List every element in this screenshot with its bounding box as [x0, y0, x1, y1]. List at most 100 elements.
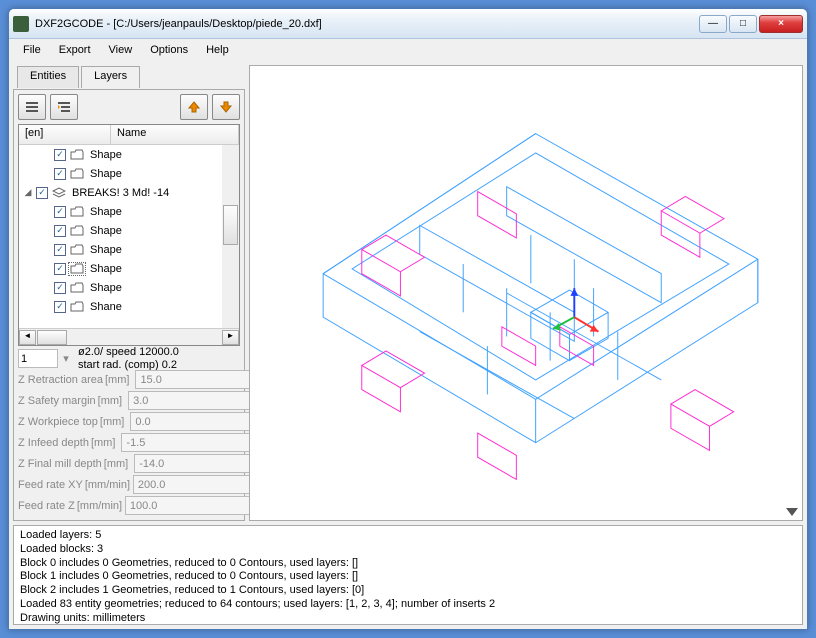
- panel-tabs: Entities Layers: [13, 65, 245, 87]
- left-panel: Entities Layers [en] Name ✓: [13, 65, 245, 521]
- log-line: Loaded layers: 5: [20, 529, 796, 543]
- param-label: Z Retraction area: [18, 374, 103, 386]
- layers-pane: [en] Name ✓Shape✓Shape◢✓BREAKS! 3 Md! -1…: [13, 89, 245, 521]
- tab-entities[interactable]: Entities: [17, 66, 79, 88]
- folder-icon: [69, 149, 85, 161]
- param-label: Feed rate XY: [18, 479, 83, 491]
- folder-icon: [69, 263, 85, 275]
- tree-row[interactable]: ✓ Shape: [19, 240, 222, 259]
- tree-header-name[interactable]: Name: [111, 125, 239, 144]
- log-output[interactable]: Loaded layers: 5Loaded blocks: 3Block 0 …: [13, 525, 803, 625]
- layer-icon: [51, 187, 67, 199]
- collapse-all-button[interactable]: [18, 94, 46, 120]
- maximize-button[interactable]: □: [729, 15, 757, 33]
- log-line: Drawing units: millimeters: [20, 612, 796, 626]
- param-label: Z Safety margin: [18, 395, 96, 407]
- tool-desc-line2: start rad. (comp) 0.2: [78, 359, 177, 371]
- titlebar[interactable]: DXF2GCODE - [C:/Users/jeanpauls/Desktop/…: [9, 9, 807, 39]
- tree-vscroll[interactable]: [222, 145, 239, 328]
- param-row: Z Retraction area[mm]: [18, 369, 240, 390]
- param-unit: [mm/min]: [77, 500, 123, 512]
- tree-row-label: Shape: [88, 149, 122, 161]
- tree-row-label: Shape: [88, 225, 122, 237]
- app-icon: [13, 16, 29, 32]
- minimize-button[interactable]: —: [699, 15, 727, 33]
- tree-row[interactable]: ✓ Shape: [19, 259, 222, 278]
- app-window: DXF2GCODE - [C:/Users/jeanpauls/Desktop/…: [8, 8, 808, 630]
- visibility-checkbox[interactable]: ✓: [54, 149, 66, 161]
- tree-row[interactable]: ◢✓ BREAKS! 3 Md! -14: [19, 183, 222, 202]
- window-title: DXF2GCODE - [C:/Users/jeanpauls/Desktop/…: [35, 18, 699, 30]
- visibility-checkbox[interactable]: ✓: [54, 168, 66, 180]
- viewport-3d[interactable]: [249, 65, 803, 521]
- param-unit: [mm]: [98, 395, 126, 407]
- tool-desc-line1: ø2.0/ speed 12000.0: [78, 346, 179, 358]
- visibility-checkbox[interactable]: ✓: [54, 206, 66, 218]
- visibility-checkbox[interactable]: ✓: [36, 187, 48, 199]
- visibility-checkbox[interactable]: ✓: [54, 282, 66, 294]
- tree-row[interactable]: ✓ Shape: [19, 145, 222, 164]
- menu-export[interactable]: Export: [51, 42, 99, 58]
- visibility-checkbox[interactable]: ✓: [54, 244, 66, 256]
- tree-row[interactable]: ✓ Shape: [19, 164, 222, 183]
- tree-row-label: Shape: [88, 263, 122, 275]
- param-label: Z Infeed depth: [18, 437, 89, 449]
- expand-all-button[interactable]: [50, 94, 78, 120]
- tree-body[interactable]: ✓Shape✓Shape◢✓BREAKS! 3 Md! -14✓Shape✓Sh…: [19, 145, 222, 328]
- tree-row-label: Shape: [88, 282, 122, 294]
- param-unit: [mm]: [91, 437, 119, 449]
- param-label: Feed rate Z: [18, 500, 75, 512]
- move-up-button[interactable]: [180, 94, 208, 120]
- folder-icon: [69, 282, 85, 294]
- tree-row-label: Shape: [88, 168, 122, 180]
- menu-options[interactable]: Options: [142, 42, 196, 58]
- close-button[interactable]: ×: [759, 15, 803, 33]
- tree-row-label: Shape: [88, 206, 122, 218]
- folder-icon: [69, 206, 85, 218]
- tree-header-en[interactable]: [en]: [19, 125, 111, 144]
- param-row: Feed rate XY[mm/min]: [18, 474, 240, 495]
- layer-tree: [en] Name ✓Shape✓Shape◢✓BREAKS! 3 Md! -1…: [18, 124, 240, 346]
- param-row: Z Infeed depth[mm]: [18, 432, 240, 453]
- tree-row[interactable]: ✓ Shape: [19, 278, 222, 297]
- menu-file[interactable]: File: [15, 42, 49, 58]
- menubar: File Export View Options Help: [9, 39, 807, 61]
- param-row: Feed rate Z[mm/min]: [18, 495, 240, 516]
- log-line: Loaded 83 entity geometries; reduced to …: [20, 598, 796, 612]
- tree-row[interactable]: ✓ Shane: [19, 297, 222, 316]
- folder-icon: [69, 225, 85, 237]
- log-line: Loaded blocks: 3: [20, 543, 796, 557]
- menu-help[interactable]: Help: [198, 42, 237, 58]
- expand-arrow-icon[interactable]: ◢: [23, 187, 33, 198]
- menu-view[interactable]: View: [101, 42, 141, 58]
- move-down-button[interactable]: [212, 94, 240, 120]
- tree-row-label: BREAKS! 3 Md! -14: [70, 187, 169, 199]
- visibility-checkbox[interactable]: ✓: [54, 301, 66, 313]
- folder-icon: [69, 244, 85, 256]
- folder-icon: [69, 301, 85, 313]
- param-unit: [mm]: [104, 458, 132, 470]
- tree-row[interactable]: ✓ Shape: [19, 221, 222, 240]
- log-line: Block 0 includes 0 Geometries, reduced t…: [20, 557, 796, 571]
- tree-row-label: Shane: [88, 301, 122, 313]
- folder-icon: [69, 168, 85, 180]
- content-area: Entities Layers [en] Name ✓: [9, 61, 807, 525]
- tree-row-label: Shape: [88, 244, 122, 256]
- param-row: Z Safety margin[mm]: [18, 390, 240, 411]
- params-panel: ▾ ø2.0/ speed 12000.0start rad. (comp) 0…: [18, 348, 240, 516]
- viewport-dropdown-icon[interactable]: [786, 508, 798, 516]
- param-row: Z Final mill depth[mm]: [18, 453, 240, 474]
- param-label: Z Workpiece top: [18, 416, 98, 428]
- tree-row[interactable]: ✓ Shape: [19, 202, 222, 221]
- log-line: Block 1 includes 0 Geometries, reduced t…: [20, 570, 796, 584]
- param-row: Z Workpiece top[mm]: [18, 411, 240, 432]
- tree-hscroll[interactable]: ◄►: [19, 328, 239, 345]
- param-unit: [mm]: [100, 416, 128, 428]
- param-unit: [mm/min]: [85, 479, 131, 491]
- visibility-checkbox[interactable]: ✓: [54, 225, 66, 237]
- tab-layers[interactable]: Layers: [81, 66, 140, 88]
- tool-number-spinner[interactable]: [18, 349, 58, 368]
- param-label: Z Final mill depth: [18, 458, 102, 470]
- log-line: Block 2 includes 1 Geometries, reduced t…: [20, 584, 796, 598]
- visibility-checkbox[interactable]: ✓: [54, 263, 66, 275]
